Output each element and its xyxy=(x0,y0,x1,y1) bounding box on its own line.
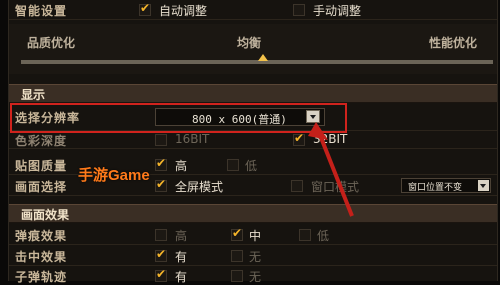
annotation-arrow xyxy=(308,122,354,217)
watermark-logo: 手游Game xyxy=(78,167,150,184)
